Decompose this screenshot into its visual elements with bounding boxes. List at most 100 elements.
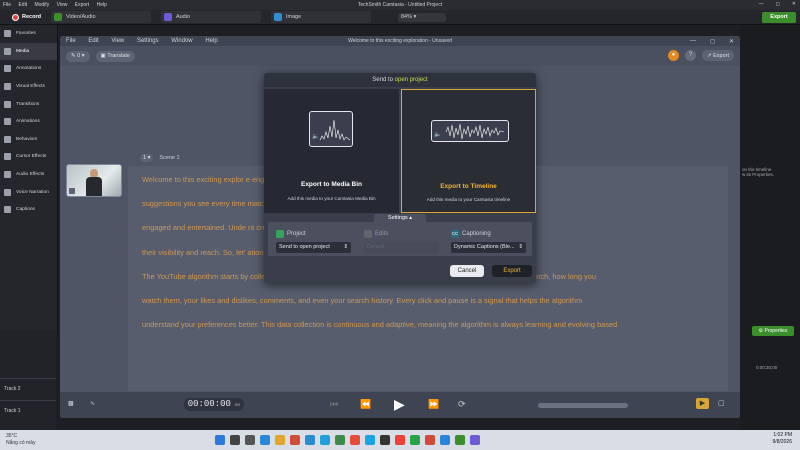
inner-menu-help[interactable]: Help bbox=[205, 38, 217, 44]
dialog-export-button[interactable]: Export bbox=[492, 265, 532, 277]
menu-help[interactable]: Help bbox=[97, 2, 107, 8]
nav-visual-effects[interactable]: Visual Effects bbox=[0, 78, 57, 96]
captioning-select[interactable]: Dynamic Captions (Ble... ⇕ bbox=[451, 242, 526, 253]
maximize-icon[interactable]: ◻ bbox=[710, 38, 715, 45]
animation-icon bbox=[4, 118, 11, 126]
inner-menu-settings[interactable]: Settings bbox=[137, 38, 159, 44]
app-title: TechSmith Camtasia - Untitled Project bbox=[357, 2, 443, 8]
loop-icon[interactable]: ⟳ bbox=[458, 399, 466, 410]
nav-audio-effects[interactable]: Audio Effects bbox=[0, 166, 57, 184]
cancel-button[interactable]: Cancel bbox=[450, 265, 484, 277]
video-preview-icon[interactable]: ▶ bbox=[696, 398, 709, 409]
inner-menu-file[interactable]: File bbox=[66, 38, 76, 44]
menu-edit[interactable]: Edit bbox=[18, 2, 27, 8]
camtasia-rec-icon[interactable] bbox=[289, 435, 300, 445]
app-title-bar: File Edit Modify View Export Help TechSm… bbox=[0, 0, 800, 10]
project-select[interactable]: Send to open project ⇕ bbox=[276, 242, 351, 253]
camtasia-icon bbox=[276, 230, 284, 238]
export-to-media-bin-option[interactable]: 🔈 Export to Media Bin Add this media to … bbox=[264, 89, 399, 213]
time-suffix: ms bbox=[234, 403, 241, 408]
transcript-line: understand your preferences better. This… bbox=[142, 320, 618, 330]
edit-thumbnail-icon[interactable] bbox=[69, 188, 75, 194]
play-icon[interactable]: ▶ bbox=[394, 396, 405, 413]
edit-mode-button[interactable]: ✎ 0 ▾ bbox=[66, 50, 90, 62]
prev-icon[interactable]: ⏮ bbox=[330, 399, 338, 410]
close-icon[interactable]: ✕ bbox=[729, 38, 734, 45]
nav-annotations[interactable]: Annotations bbox=[0, 60, 57, 78]
record-button[interactable]: Record bbox=[12, 13, 41, 21]
clock-time: 1:02 PM bbox=[773, 432, 792, 438]
account-icon[interactable]: ● bbox=[667, 50, 679, 61]
inner-menu-window[interactable]: Window bbox=[171, 38, 192, 44]
settings-toggle[interactable]: Settings ▴ bbox=[374, 214, 426, 222]
windows-taskbar: 35°C Nắng có mây 1:02 PM 9/8/2026 bbox=[0, 430, 800, 450]
system-clock[interactable]: 1:02 PM 9/8/2026 bbox=[773, 432, 792, 446]
track-1-label[interactable]: Track 1 bbox=[0, 400, 56, 420]
media-tab-label: Image bbox=[285, 14, 302, 20]
scene-number[interactable]: 1 ▾ bbox=[140, 154, 154, 162]
start-icon[interactable] bbox=[214, 435, 225, 445]
media-tab-audio[interactable]: Audio bbox=[160, 11, 261, 23]
nav-transitions[interactable]: Transitions bbox=[0, 95, 57, 113]
waveform-icon[interactable]: ∿ bbox=[90, 400, 95, 407]
minimize-icon[interactable]: — bbox=[759, 1, 764, 7]
audiate-icon[interactable] bbox=[469, 435, 480, 445]
browser-icon[interactable] bbox=[394, 435, 405, 445]
option-title: Export to Timeline bbox=[440, 183, 497, 190]
updown-icon: ⇕ bbox=[518, 244, 523, 250]
nav-voice-narration[interactable]: Voice Narration bbox=[0, 183, 57, 201]
explorer-icon[interactable] bbox=[274, 435, 285, 445]
menu-modify[interactable]: Modify bbox=[34, 2, 49, 8]
inner-menu-view[interactable]: View bbox=[111, 38, 124, 44]
translate-button[interactable]: ▣ Translate bbox=[95, 50, 135, 62]
media-tab-video[interactable]: Video/Audio bbox=[50, 11, 151, 23]
track-2-label[interactable]: Track 2 bbox=[0, 378, 56, 398]
properties-button[interactable]: ⚙ Properties bbox=[752, 326, 794, 336]
menu-view[interactable]: View bbox=[57, 2, 68, 8]
inner-export-button[interactable]: ↗ Export bbox=[701, 50, 734, 61]
timeline-timecode: 0:00:30;00 bbox=[756, 365, 778, 370]
forward-icon[interactable]: ⏩ bbox=[428, 399, 439, 410]
video-icon bbox=[53, 13, 62, 21]
close-icon[interactable]: ✕ bbox=[792, 1, 796, 7]
app-icon[interactable] bbox=[334, 435, 345, 445]
minimize-icon[interactable]: — bbox=[690, 38, 696, 45]
nav-cursor-effects[interactable]: Cursor Effects bbox=[0, 148, 57, 166]
github-icon[interactable] bbox=[379, 435, 390, 445]
transition-icon bbox=[4, 100, 11, 108]
export-to-timeline-option[interactable]: 🔈 Export to Timeline Add this media to y… bbox=[401, 89, 536, 213]
help-icon[interactable]: ? bbox=[684, 50, 696, 61]
menu-export[interactable]: Export bbox=[75, 2, 89, 8]
maximize-icon[interactable]: ◻ bbox=[776, 1, 780, 7]
fullscreen-icon[interactable]: ▢ bbox=[718, 399, 725, 407]
nav-media[interactable]: Media bbox=[0, 42, 57, 61]
dialog-title-prefix: Send to bbox=[372, 77, 395, 83]
telegram-icon[interactable] bbox=[319, 435, 330, 445]
export-button[interactable]: Export bbox=[762, 12, 796, 23]
skype-icon[interactable] bbox=[364, 435, 375, 445]
waveform-thumbnail-icon: 🔈 bbox=[309, 111, 353, 147]
app-icon[interactable] bbox=[409, 435, 420, 445]
nav-captions[interactable]: Captions bbox=[0, 201, 57, 219]
nav-behaviors[interactable]: Behaviors bbox=[0, 131, 57, 149]
volume-slider[interactable] bbox=[538, 403, 628, 408]
scene-thumbnail[interactable] bbox=[66, 164, 122, 197]
nav-animations[interactable]: Animations bbox=[0, 113, 57, 131]
camtasia-editor-icon[interactable] bbox=[454, 435, 465, 445]
inner-menu: File Edit View Settings Window Help bbox=[66, 38, 229, 44]
media-tab-image[interactable]: Image bbox=[270, 11, 371, 23]
nav-favorites[interactable]: Favorites bbox=[0, 25, 57, 43]
inner-menu-edit[interactable]: Edit bbox=[88, 38, 98, 44]
search-icon[interactable] bbox=[229, 435, 240, 445]
video-camera-icon[interactable]: ▩ bbox=[68, 400, 74, 407]
store-icon[interactable] bbox=[304, 435, 315, 445]
chrome-icon[interactable] bbox=[349, 435, 360, 445]
zoom-select[interactable]: 84% ▾ bbox=[398, 13, 446, 22]
app-icon[interactable] bbox=[439, 435, 450, 445]
camtasia-icon[interactable] bbox=[424, 435, 435, 445]
rewind-icon[interactable]: ⏪ bbox=[360, 399, 371, 410]
task-view-icon[interactable] bbox=[244, 435, 255, 445]
edge-icon[interactable] bbox=[259, 435, 270, 445]
weather-widget[interactable]: 35°C Nắng có mây bbox=[6, 433, 35, 447]
menu-file[interactable]: File bbox=[3, 2, 11, 8]
